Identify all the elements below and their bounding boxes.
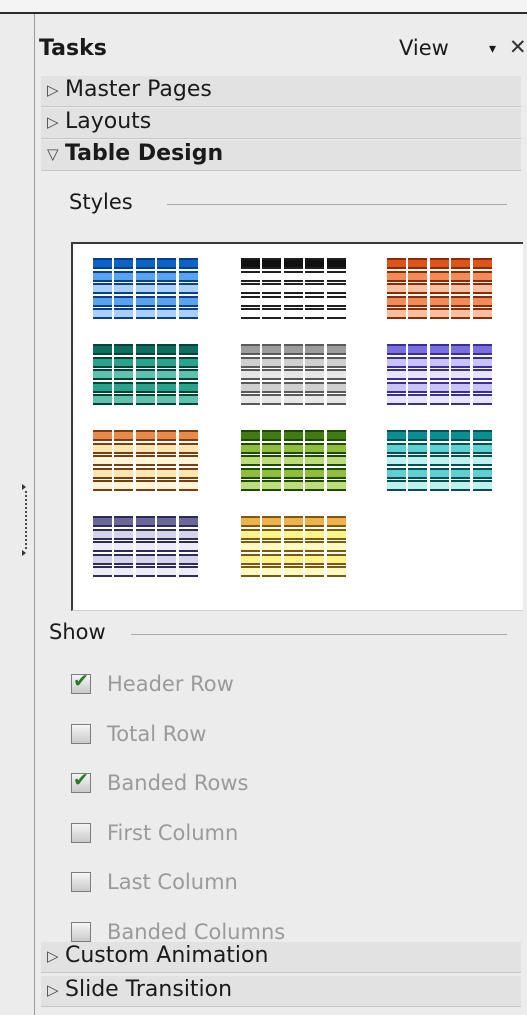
table-design-content: Styles Show ✔ Header Row Total Row ✔ Banded …	[41, 178, 523, 948]
check-icon: ✔	[73, 670, 89, 692]
show-option-total-row[interactable]: Total Row	[71, 722, 511, 752]
checkbox[interactable]	[71, 723, 91, 744]
view-menu-button[interactable]: View	[399, 36, 449, 60]
deck-label: Layouts	[65, 109, 152, 134]
table-style-thumbnail[interactable]	[93, 430, 199, 494]
show-option-first-column[interactable]: First Column	[71, 821, 511, 851]
show-option-last-column[interactable]: Last Column	[71, 870, 511, 900]
window-top-border	[0, 0, 527, 14]
table-style-thumbnail[interactable]	[241, 430, 347, 494]
triangle-right-icon: ▷	[47, 981, 59, 999]
styles-separator	[167, 204, 507, 205]
triangle-down-icon: ▽	[47, 145, 59, 163]
panel-title: Tasks	[39, 36, 107, 61]
table-style-thumbnail[interactable]	[387, 430, 493, 494]
deck-label: Custom Animation	[65, 943, 269, 968]
check-icon: ✔	[73, 769, 89, 791]
checkbox[interactable]	[71, 921, 91, 942]
checkbox-label: Header Row	[107, 672, 234, 696]
checkbox[interactable]: ✔	[71, 670, 91, 694]
show-option-banded-rows[interactable]: ✔ Banded Rows	[71, 771, 511, 801]
deck-layouts[interactable]: ▷ Layouts	[41, 108, 521, 139]
deck-slide-transition[interactable]: ▷ Slide Transition	[41, 976, 521, 1007]
triangle-right-icon: ▷	[47, 947, 59, 965]
table-style-thumbnail[interactable]	[387, 344, 493, 408]
checkbox-label: First Column	[107, 820, 239, 845]
panel-header: Tasks View ▾ ✕	[35, 32, 527, 68]
checkbox[interactable]	[71, 872, 91, 892]
checkbox-label: Banded Rows	[107, 771, 249, 795]
checkbox[interactable]: ✔	[71, 769, 91, 793]
deck-master-pages[interactable]: ▷ Master Pages	[41, 76, 521, 107]
grip-arrow-icon	[22, 550, 26, 556]
checkbox[interactable]	[71, 822, 91, 843]
chevron-down-icon[interactable]: ▾	[489, 41, 496, 57]
table-style-thumbnail[interactable]	[241, 344, 347, 408]
table-style-thumbnail[interactable]	[93, 258, 199, 322]
show-separator	[131, 634, 507, 635]
triangle-right-icon: ▷	[47, 113, 59, 131]
checkbox-label: Last Column	[107, 870, 238, 894]
table-style-thumbnail[interactable]	[387, 258, 493, 322]
panel-resize-grip[interactable]	[22, 484, 32, 556]
deck-label: Table Design	[65, 141, 224, 166]
table-style-thumbnail[interactable]	[93, 516, 199, 580]
show-section-title: Show	[49, 620, 106, 644]
deck-label: Master Pages	[65, 77, 212, 102]
triangle-right-icon: ▷	[47, 81, 59, 99]
grip-dots-icon	[24, 490, 28, 550]
tasks-panel: Tasks View ▾ ✕ ▷ Master Pages ▷ Layouts …	[34, 14, 527, 1015]
deck-table-design[interactable]: ▽ Table Design	[41, 140, 521, 171]
checkbox-label: Total Row	[107, 721, 207, 746]
table-styles-gallery[interactable]	[71, 242, 523, 611]
show-option-header-row[interactable]: ✔ Header Row	[71, 672, 511, 702]
table-style-thumbnail[interactable]	[241, 258, 347, 322]
deck-custom-animation[interactable]: ▷ Custom Animation	[41, 942, 521, 973]
table-style-thumbnail[interactable]	[241, 516, 347, 580]
close-icon[interactable]: ✕	[509, 35, 527, 59]
deck-label: Slide Transition	[65, 977, 233, 1002]
table-style-thumbnail[interactable]	[93, 344, 199, 408]
styles-section-title: Styles	[69, 190, 133, 214]
checkbox-label: Banded Columns	[107, 919, 286, 944]
